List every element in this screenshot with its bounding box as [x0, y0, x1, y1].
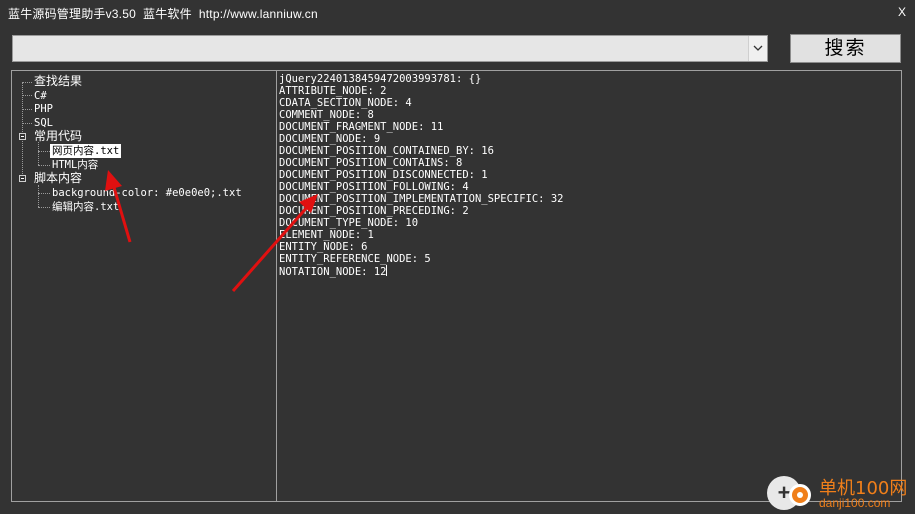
watermark-subtitle: danji100.com	[819, 496, 891, 510]
search-input[interactable]	[15, 38, 749, 61]
content-text[interactable]: jQuery2240138459472003993781: {} ATTRIBU…	[279, 73, 563, 278]
content-line: ENTITY_REFERENCE_NODE: 5	[279, 253, 431, 265]
content-line: DOCUMENT_POSITION_FOLLOWING: 4	[279, 181, 469, 193]
content-line: DOCUMENT_POSITION_CONTAINED_BY: 16	[279, 145, 494, 157]
close-button[interactable]: X	[895, 4, 909, 20]
content-line: jQuery2240138459472003993781: {}	[279, 73, 482, 85]
tree-item-html-content[interactable]: HTML内容	[52, 158, 98, 172]
content-line: COMMENT_NODE: 8	[279, 109, 374, 121]
watermark-logo: + 单机100网 danji100.com	[765, 473, 915, 514]
dropdown-toggle[interactable]	[748, 36, 767, 61]
content-line: DOCUMENT_POSITION_PRECEDING: 2	[279, 205, 469, 217]
tree-item-script-content[interactable]: 脚本内容	[34, 171, 82, 185]
tree-item-webpage-content[interactable]: 网页内容.txt	[50, 144, 122, 158]
content-line: ENTITY_NODE: 6	[279, 241, 368, 253]
file-tree: 查找结果 C# PHP SQL 常用代码 网页内容.txt HTML内容 脚本内…	[11, 70, 277, 502]
tree-item-csharp[interactable]: C#	[34, 89, 47, 103]
chevron-down-icon	[753, 45, 763, 51]
search-button[interactable]: 搜索	[790, 34, 901, 63]
content-line: DOCUMENT_TYPE_NODE: 10	[279, 217, 419, 229]
content-line: DOCUMENT_POSITION_CONTAINS: 8	[279, 157, 463, 169]
title-bar: 蓝牛源码管理助手v3.50 蓝牛软件 http://www.lanniuw.cn…	[0, 0, 915, 26]
logo-icon: +	[767, 476, 811, 510]
window-title: 蓝牛源码管理助手v3.50 蓝牛软件 http://www.lanniuw.cn	[8, 7, 318, 21]
content-editor[interactable]: jQuery2240138459472003993781: {} ATTRIBU…	[277, 70, 902, 502]
tree-item-search-results[interactable]: 查找结果	[34, 74, 82, 88]
search-combobox[interactable]	[12, 35, 768, 62]
tree-item-edit-content[interactable]: 编辑内容.txt	[52, 200, 119, 214]
text-cursor	[386, 265, 388, 276]
tree-item-background-color[interactable]: background-color: #e0e0e0;.txt	[52, 186, 242, 200]
content-line: DOCUMENT_POSITION_DISCONNECTED: 1	[279, 169, 488, 181]
content-line: DOCUMENT_POSITION_IMPLEMENTATION_SPECIFI…	[279, 193, 564, 205]
content-line: ELEMENT_NODE: 1	[279, 229, 374, 241]
content-line: DOCUMENT_NODE: 9	[279, 133, 381, 145]
content-line: CDATA_SECTION_NODE: 4	[279, 97, 412, 109]
collapse-toggle-icon[interactable]	[19, 175, 26, 182]
collapse-toggle-icon[interactable]	[19, 133, 26, 140]
tree-item-sql[interactable]: SQL	[34, 116, 53, 130]
content-line: ATTRIBUTE_NODE: 2	[279, 85, 387, 97]
content-line: NOTATION_NODE: 12	[279, 266, 387, 278]
content-line: DOCUMENT_FRAGMENT_NODE: 11	[279, 121, 444, 133]
tree-item-php[interactable]: PHP	[34, 102, 53, 116]
tree-item-common-code[interactable]: 常用代码	[34, 129, 82, 143]
